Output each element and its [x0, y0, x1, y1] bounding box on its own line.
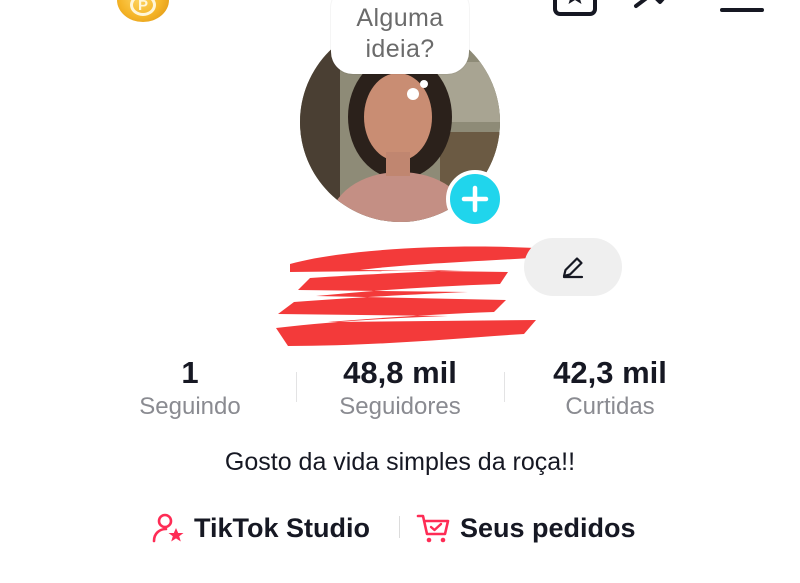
followers-label: Seguidores: [339, 393, 461, 420]
following-count: 1: [181, 355, 199, 390]
profile-stats: 1 Seguindo 48,8 mil Seguidores 42,3 mil …: [0, 354, 800, 424]
add-friend-button[interactable]: [30, 0, 90, 20]
idea-prompt-bubble[interactable]: Alguma ideia?: [331, 0, 469, 74]
add-photo-button[interactable]: [446, 170, 504, 228]
bubble-tail: [407, 88, 419, 100]
profile-bio[interactable]: Gosto da vida simples da roça!!: [0, 448, 800, 477]
person-add-icon: [30, 0, 90, 20]
analytics-button[interactable]: [632, 0, 682, 20]
cart-icon: [416, 514, 450, 543]
coin-icon: P: [130, 0, 156, 16]
likes-stat[interactable]: 42,3 mil Curtidas: [520, 354, 700, 422]
bookmark-star-icon: [553, 0, 597, 16]
redacted-username: [276, 246, 536, 346]
orders-link[interactable]: Seus pedidos: [416, 508, 636, 548]
followers-count: 48,8 mil: [343, 355, 457, 390]
likes-count: 42,3 mil: [553, 355, 667, 390]
stats-divider: [296, 372, 297, 402]
pencil-icon: [562, 257, 584, 279]
favorites-button[interactable]: [552, 0, 598, 18]
trend-arrow-icon: [634, 0, 665, 8]
profile-links: TikTok Studio Seus pedidos: [0, 508, 800, 548]
edit-profile-button[interactable]: [524, 238, 622, 296]
following-label: Seguindo: [139, 393, 241, 420]
stats-divider: [504, 372, 505, 402]
following-stat[interactable]: 1 Seguindo: [110, 354, 270, 422]
tiktok-studio-link[interactable]: TikTok Studio: [152, 508, 370, 548]
likes-label: Curtidas: [565, 393, 655, 420]
hamburger-menu-icon: [720, 8, 764, 12]
followers-stat[interactable]: 48,8 mil Seguidores: [310, 354, 490, 422]
person-star-icon: [152, 513, 184, 543]
links-divider: [399, 516, 400, 538]
bubble-tail-small: [420, 80, 428, 88]
coin-button[interactable]: P: [117, 0, 169, 22]
menu-button[interactable]: [718, 0, 766, 16]
plus-icon: [461, 185, 489, 213]
